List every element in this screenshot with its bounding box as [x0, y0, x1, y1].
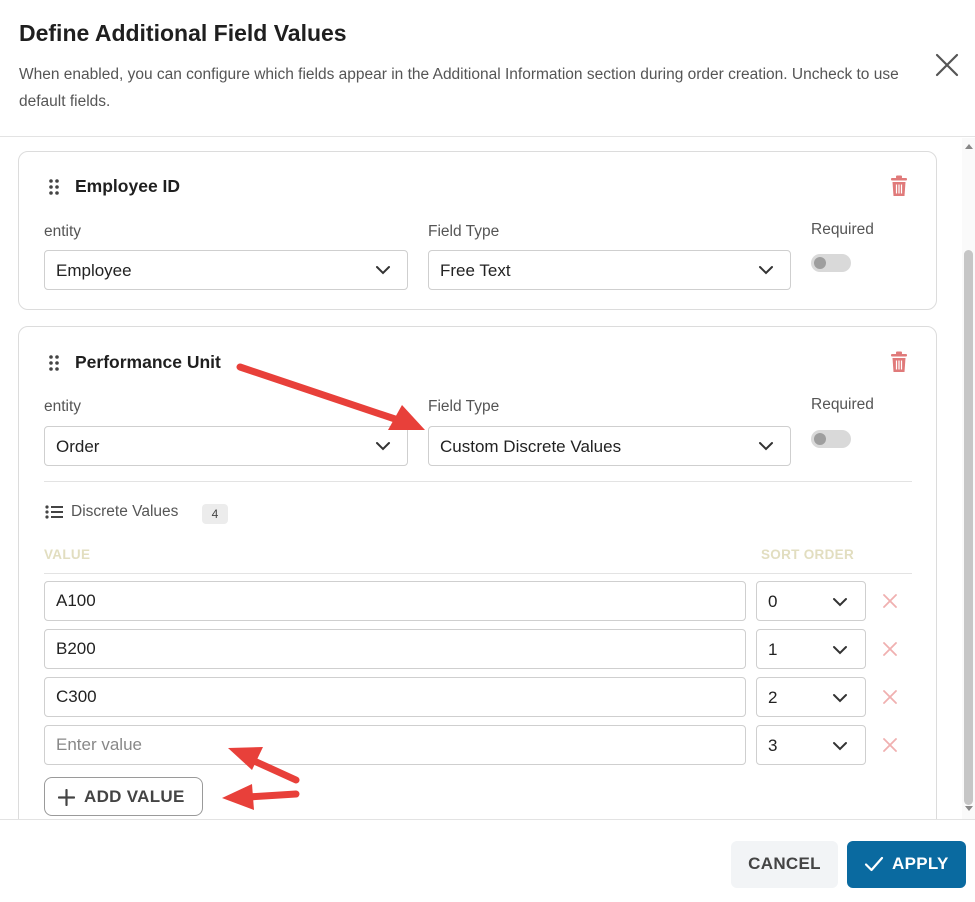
table-header-divider [44, 573, 912, 574]
add-value-button[interactable]: ADD VALUE [44, 777, 203, 816]
field-type-select[interactable]: Custom Discrete Values [428, 426, 791, 466]
chevron-down-icon [833, 646, 847, 655]
entity-label: entity [44, 223, 82, 240]
sort-order-select[interactable]: 3 [756, 725, 866, 765]
chevron-down-icon [833, 742, 847, 751]
field-type-select-value: Custom Discrete Values [440, 437, 622, 456]
plus-icon [58, 789, 75, 806]
scroll-down-arrow[interactable] [965, 806, 973, 811]
scroll-up-arrow[interactable] [965, 144, 973, 149]
value-input[interactable] [44, 581, 746, 621]
chevron-down-icon [759, 442, 773, 451]
value-input[interactable] [44, 725, 746, 765]
cancel-button[interactable]: CANCEL [731, 841, 838, 888]
count-badge: 4 [202, 504, 228, 524]
discrete-values-label: Discrete Values [71, 503, 179, 520]
remove-x-icon[interactable] [882, 689, 898, 705]
field-type-select-value: Free Text [440, 261, 511, 280]
column-header-value: VALUE [44, 547, 91, 562]
trash-icon[interactable] [889, 175, 909, 197]
remove-x-icon[interactable] [882, 641, 898, 657]
dialog-title: Define Additional Field Values [19, 20, 347, 46]
section-divider [44, 481, 912, 482]
sort-order-value: 0 [768, 592, 778, 611]
list-icon [45, 505, 63, 519]
add-value-label: ADD VALUE [84, 787, 185, 806]
dialog-description: When enabled, you can configure which fi… [19, 66, 899, 110]
field-card-performance-unit: Performance Unit entity Field Type Requi… [18, 326, 937, 819]
discrete-value-row: 3 [44, 725, 914, 765]
chevron-down-icon [759, 266, 773, 275]
apply-button[interactable]: APPLY [847, 841, 966, 888]
sort-order-value: 3 [768, 736, 778, 755]
required-toggle[interactable] [811, 430, 851, 448]
sort-order-select[interactable]: 1 [756, 629, 866, 669]
scrollbar[interactable] [962, 138, 975, 819]
remove-x-icon[interactable] [882, 737, 898, 753]
chevron-down-icon [376, 266, 390, 275]
field-card-employee-id: Employee ID entity Field Type Required E… [18, 151, 937, 310]
cancel-label: CANCEL [748, 854, 821, 873]
field-type-select[interactable]: Free Text [428, 250, 791, 290]
entity-label: entity [44, 398, 82, 415]
required-label: Required [811, 221, 874, 238]
required-label: Required [811, 396, 874, 413]
toggle-knob [814, 433, 826, 445]
entity-select-value: Order [56, 437, 100, 456]
field-type-label: Field Type [428, 223, 500, 240]
dialog-body: Employee ID entity Field Type Required E… [0, 138, 962, 819]
sort-order-select[interactable]: 0 [756, 581, 866, 621]
sort-order-value: 2 [768, 688, 778, 707]
discrete-value-row: 2 [44, 677, 914, 717]
discrete-value-row: 0 [44, 581, 914, 621]
field-type-label: Field Type [428, 398, 500, 415]
check-icon [864, 856, 884, 872]
chevron-down-icon [833, 598, 847, 607]
sort-order-select[interactable]: 2 [756, 677, 866, 717]
close-icon[interactable] [932, 50, 962, 80]
chevron-down-icon [376, 442, 390, 451]
dialog-footer: CANCEL APPLY [0, 819, 975, 902]
required-toggle[interactable] [811, 254, 851, 272]
scrollbar-thumb[interactable] [964, 250, 973, 805]
toggle-knob [814, 257, 826, 269]
sort-order-value: 1 [768, 640, 778, 659]
drag-handle-icon[interactable] [48, 354, 60, 372]
entity-select[interactable]: Order [44, 426, 408, 466]
column-header-sort-order: SORT ORDER [761, 547, 855, 562]
value-input[interactable] [44, 629, 746, 669]
entity-select[interactable]: Employee [44, 250, 408, 290]
remove-x-icon[interactable] [882, 593, 898, 609]
dialog-header: Define Additional Field Values When enab… [0, 0, 975, 137]
field-title: Performance Unit [75, 352, 221, 372]
field-title: Employee ID [75, 176, 181, 196]
value-input[interactable] [44, 677, 746, 717]
drag-handle-icon[interactable] [48, 178, 60, 196]
entity-select-value: Employee [56, 261, 132, 280]
trash-icon[interactable] [889, 351, 909, 373]
apply-label: APPLY [892, 854, 949, 873]
chevron-down-icon [833, 694, 847, 703]
discrete-value-row: 1 [44, 629, 914, 669]
